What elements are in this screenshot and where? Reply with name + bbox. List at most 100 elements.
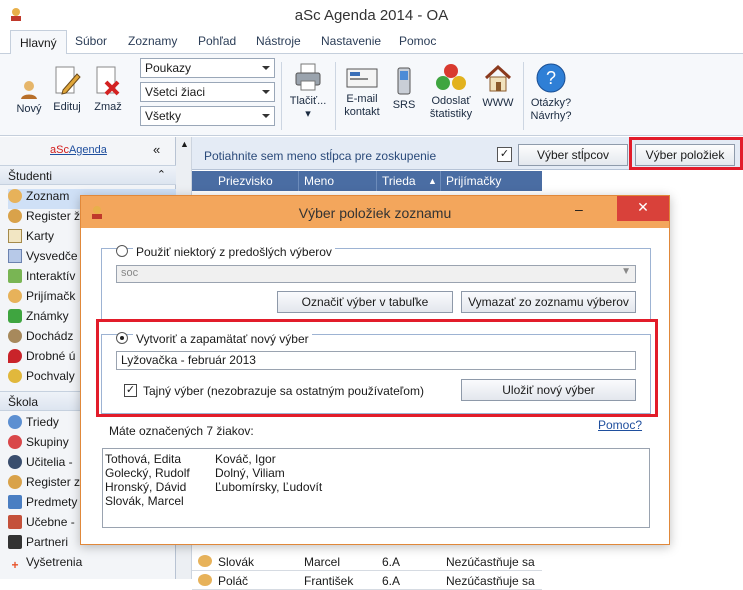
www-button[interactable]: WWW — [480, 64, 516, 110]
previous-selection-select[interactable]: soc ▼ — [116, 265, 636, 283]
drop-icon — [8, 349, 22, 363]
combo-poukazy[interactable]: Poukazy — [140, 58, 275, 78]
sidebar-item-label: Interaktív — [26, 269, 76, 283]
combo-ziaci-value: Všetci žiaci — [145, 85, 206, 99]
tab-nastavenie[interactable]: Nastavenie — [321, 34, 381, 48]
cell-class: 6.A — [382, 574, 401, 588]
close-button[interactable]: ✕ — [617, 196, 669, 221]
sidebar-brand-link[interactable]: aScAgenda — [50, 144, 107, 156]
ribbon-tabs: Hlavný Súbor Zoznamy Pohľad Nástroje Nas… — [0, 30, 743, 55]
certificate-icon — [8, 249, 22, 263]
list-item: Slovák, Marcel — [105, 494, 184, 508]
print-button[interactable]: Tlačiť... ▾ — [286, 62, 330, 121]
list-item: Hronský, Dávid — [105, 480, 187, 494]
col-header-class[interactable]: Trieda — [382, 174, 416, 188]
list-item: Dolný, Viliam — [215, 466, 285, 480]
sidebar-item-label: Karty — [26, 229, 55, 243]
list-item: Kováč, Igor — [215, 452, 276, 466]
title-bar: aSc Agenda 2014 - OA — [0, 0, 743, 30]
window-title: aSc Agenda 2014 - OA — [294, 7, 449, 24]
col-header-exam[interactable]: Prijímačky — [446, 174, 501, 188]
tab-zoznamy[interactable]: Zoznamy — [128, 34, 177, 48]
list-item: Ľubomírsky, Ľudovít — [215, 480, 323, 494]
phone-icon — [397, 67, 411, 95]
partners-icon — [8, 535, 22, 549]
group-icon — [8, 415, 22, 429]
sidebar-item-label: Prijímačk — [26, 289, 76, 303]
questions-label: Otázky? Návrhy? — [530, 97, 572, 122]
tab-hlavny[interactable]: Hlavný — [10, 30, 67, 55]
sidebar-header: aScAgenda « — [0, 137, 176, 165]
delete-button[interactable]: Zmaž — [90, 64, 126, 114]
new-button[interactable]: Nový — [12, 72, 46, 116]
table-row[interactable]: Slovák Marcel 6.A Nezúčastňuje sa — [192, 552, 542, 571]
previous-selection-value: soc — [121, 267, 139, 279]
cell-class: 6.A — [382, 555, 401, 569]
sidebar-item-label: Známky — [26, 309, 69, 323]
minimize-icon[interactable]: – — [575, 201, 583, 217]
cell-exam: Nezúčastňuje sa — [446, 574, 535, 588]
scroll-up-icon[interactable]: ▲ — [180, 139, 189, 149]
mark-in-table-button[interactable]: Označiť výber v tabuľke — [277, 291, 453, 313]
col-header-surname[interactable]: Priezvisko — [218, 174, 273, 188]
help-link[interactable]: Pomoc? — [598, 418, 642, 432]
tab-pohlad[interactable]: Pohľad — [198, 34, 236, 48]
cell-name: Marcel — [304, 555, 341, 569]
person-icon — [8, 189, 22, 203]
email-contact-button[interactable]: E-mail kontakt — [340, 66, 384, 119]
list-item: Golecký, Rudolf — [105, 466, 190, 480]
new-person-icon — [21, 81, 37, 99]
srs-button[interactable]: SRS — [390, 66, 418, 112]
sort-asc-icon: ▲ — [428, 176, 437, 186]
send-stats-button[interactable]: Odoslať štatistiky — [428, 62, 474, 121]
ribbon: Nový Edituj Zmaž Poukazy Všetci žiaci Vš… — [0, 54, 743, 136]
table-row[interactable]: Poláč František 6.A Nezúčastňuje sa — [192, 571, 542, 590]
sidebar-item-label: Vysvedče — [26, 249, 78, 263]
brand-prefix: aSc — [50, 144, 69, 156]
tab-subor[interactable]: Súbor — [75, 34, 107, 48]
cell-surname: Slovák — [218, 555, 255, 569]
select-columns-button[interactable]: Výber stĺpcov — [518, 144, 628, 166]
ribbon-separator — [523, 62, 524, 130]
dialog-title-bar[interactable]: Výber položiek zoznamu – ✕ — [81, 196, 669, 228]
delete-label: Zmaž — [94, 101, 122, 113]
person-icon — [8, 475, 22, 489]
column-divider — [376, 171, 377, 191]
attendance-icon — [8, 329, 22, 343]
delete-from-list-button[interactable]: Vymazať zo zoznamu výberov — [461, 291, 636, 313]
help-icon: ? — [536, 63, 566, 93]
collapse-icon[interactable]: « — [153, 142, 160, 157]
person-icon — [8, 209, 22, 223]
column-divider — [298, 171, 299, 191]
plus-icon: + — [11, 558, 19, 572]
column-checkbox[interactable]: ✓ — [497, 147, 512, 162]
ribbon-separator — [335, 62, 336, 130]
highlight-new-selection — [96, 319, 658, 417]
tab-nastroje[interactable]: Nástroje — [256, 34, 301, 48]
sidebar-item-label: Partneri — [26, 535, 69, 549]
tab-pomoc[interactable]: Pomoc — [399, 34, 436, 48]
radio-use-previous[interactable] — [116, 245, 128, 257]
col-header-name[interactable]: Meno — [304, 174, 334, 188]
sidebar-item-label: Zoznam — [26, 189, 70, 203]
chevron-down-icon: ▼ — [621, 266, 631, 277]
section-school-label: Škola — [8, 395, 39, 409]
edit-button[interactable]: Edituj — [50, 64, 84, 114]
chevron-down-icon — [262, 66, 270, 70]
combo-ziaci[interactable]: Všetci žiaci — [140, 82, 275, 102]
section-students[interactable]: Študenti ⌃ — [0, 165, 176, 185]
svg-text:?: ? — [546, 68, 556, 88]
grid-header: Priezvisko Meno Trieda ▲ Prijímačky — [192, 171, 542, 191]
collapse-up-icon[interactable]: ⌃ — [157, 168, 166, 181]
sidebar-item-vysetrenia[interactable]: + Vyšetrenia — [8, 555, 176, 575]
ribbon-separator — [281, 62, 282, 130]
combo-vsetky-value: Všetky — [145, 109, 182, 123]
questions-button[interactable]: ? Otázky? Návrhy? — [527, 62, 575, 123]
group-hint-text: Potiahnite sem meno stĺpca pre zoskupeni… — [204, 149, 437, 163]
chevron-down-icon — [262, 114, 270, 118]
sidebar-item-label: Predmety — [26, 495, 78, 509]
praise-icon — [8, 369, 22, 383]
combo-vsetky[interactable]: Všetky — [140, 106, 275, 126]
sidebar-item-label: Register z — [26, 475, 81, 489]
person-icon — [198, 555, 212, 567]
